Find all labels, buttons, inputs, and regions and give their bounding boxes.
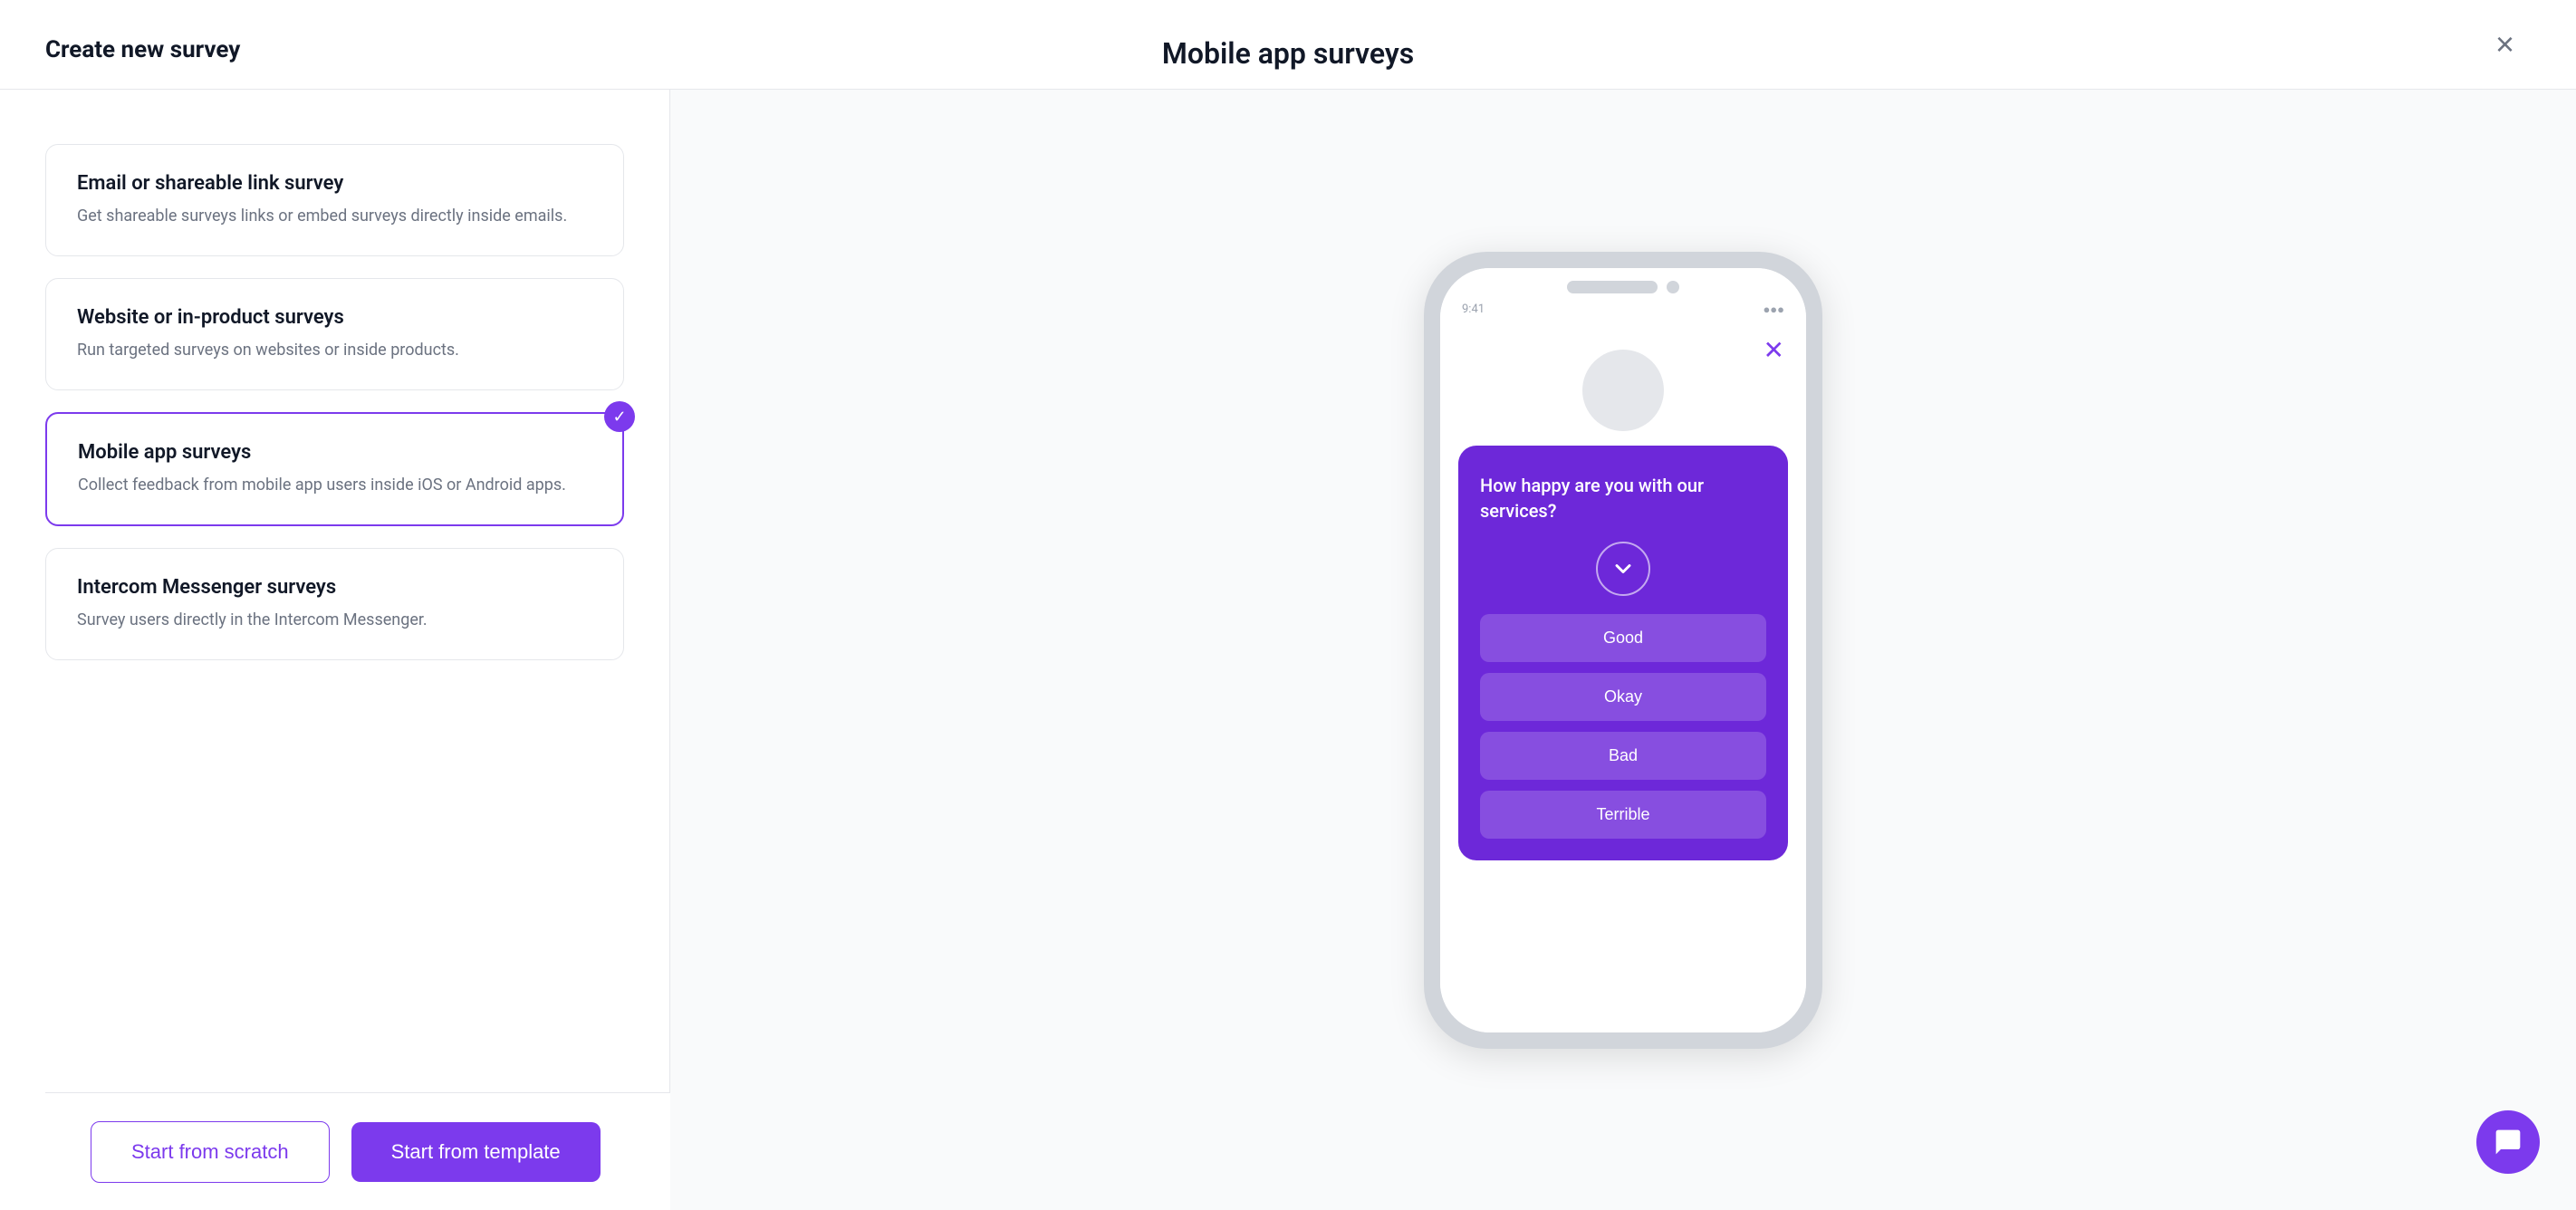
survey-answer-good[interactable]: Good <box>1480 614 1766 662</box>
phone-notch <box>1567 281 1658 293</box>
survey-chevron-btn[interactable] <box>1596 542 1650 596</box>
option-mobile-desc: Collect feedback from mobile app users i… <box>78 473 591 497</box>
phone-status-bar: 9:41 ●●● <box>1440 302 1806 322</box>
option-website-title: Website or in-product surveys <box>77 306 592 329</box>
survey-answer-bad[interactable]: Bad <box>1480 732 1766 780</box>
left-panel: Email or shareable link survey Get share… <box>0 90 670 1210</box>
phone-content: ✕ How happy are you with our services? G… <box>1440 322 1806 1032</box>
modal: Create new survey Mobile app surveys × E… <box>0 0 2576 1210</box>
right-panel: 9:41 ●●● ✕ How happy are you with our se… <box>670 90 2576 1210</box>
option-intercom-title: Intercom Messenger surveys <box>77 576 592 599</box>
footer-buttons: Start from scratch Start from template <box>45 1092 716 1210</box>
phone-time: 9:41 <box>1462 302 1485 317</box>
survey-card: How happy are you with our services? Goo… <box>1458 446 1788 860</box>
survey-options-list: Email or shareable link survey Get share… <box>45 144 624 1092</box>
phone-signal: ●●● <box>1763 302 1784 317</box>
phone-avatar <box>1582 350 1664 431</box>
survey-question: How happy are you with our services? <box>1480 473 1766 523</box>
modal-header: Mobile app surveys × <box>0 0 2576 90</box>
survey-answer-okay[interactable]: Okay <box>1480 673 1766 721</box>
option-website-desc: Run targeted surveys on websites or insi… <box>77 338 592 362</box>
start-template-button[interactable]: Start from template <box>351 1122 601 1182</box>
option-email-desc: Get shareable surveys links or embed sur… <box>77 204 592 228</box>
modal-title: Mobile app surveys <box>1162 36 1414 71</box>
phone-mockup: 9:41 ●●● ✕ How happy are you with our se… <box>1424 252 1822 1049</box>
phone-camera <box>1667 281 1679 293</box>
survey-answer-terrible[interactable]: Terrible <box>1480 791 1766 839</box>
modal-body: Email or shareable link survey Get share… <box>0 90 2576 1210</box>
phone-notch-area <box>1440 268 1806 302</box>
option-mobile[interactable]: Mobile app surveys Collect feedback from… <box>45 412 624 526</box>
chat-bubble-button[interactable] <box>2476 1110 2540 1174</box>
phone-inner: 9:41 ●●● ✕ How happy are you with our se… <box>1440 268 1806 1032</box>
option-email[interactable]: Email or shareable link survey Get share… <box>45 144 624 256</box>
phone-close-icon[interactable]: ✕ <box>1764 335 1784 365</box>
start-scratch-button[interactable]: Start from scratch <box>91 1121 330 1183</box>
option-email-title: Email or shareable link survey <box>77 172 592 195</box>
close-button[interactable]: × <box>2488 21 2522 68</box>
option-mobile-title: Mobile app surveys <box>78 441 591 464</box>
selected-check-badge: ✓ <box>604 401 635 432</box>
option-intercom-desc: Survey users directly in the Intercom Me… <box>77 608 592 632</box>
option-website[interactable]: Website or in-product surveys Run target… <box>45 278 624 390</box>
option-intercom[interactable]: Intercom Messenger surveys Survey users … <box>45 548 624 660</box>
